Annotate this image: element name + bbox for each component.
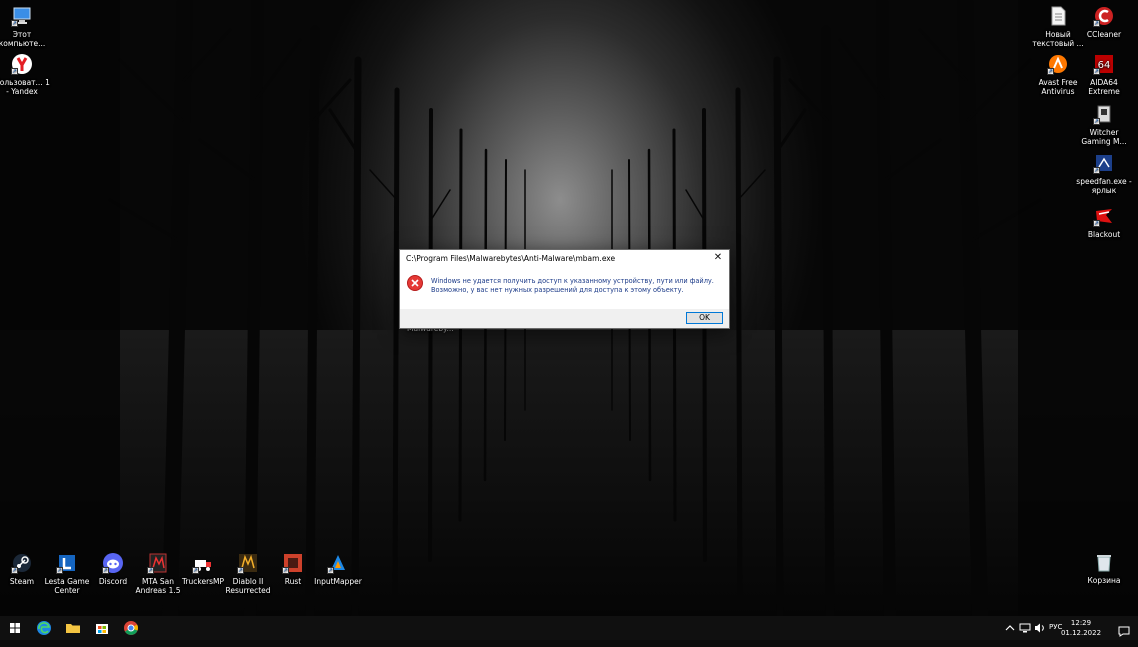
desktop-icon-label: Этот компьюте... bbox=[0, 30, 46, 48]
truckersmp-icon: ↗ bbox=[192, 552, 214, 574]
inputmapper-icon: ↗ bbox=[327, 552, 349, 574]
chrome-icon bbox=[124, 621, 138, 635]
folder-icon bbox=[66, 624, 80, 633]
network-icon[interactable] bbox=[1018, 622, 1032, 646]
notification-icon[interactable] bbox=[1118, 622, 1130, 637]
desktop-icon-label: InputMapper bbox=[314, 577, 362, 586]
dialog-message: Windows не удается получить доступ к ука… bbox=[431, 277, 721, 295]
desktop-icon-aida64[interactable]: 64 ↗ AIDA64 Extreme bbox=[1076, 53, 1132, 96]
close-icon[interactable]: ✕ bbox=[711, 252, 725, 264]
desktop-icon-recycle-bin[interactable]: Корзина bbox=[1076, 551, 1132, 585]
ok-button[interactable]: OK bbox=[686, 312, 723, 324]
dialog-title: C:\Program Files\Malwarebytes\Anti-Malwa… bbox=[406, 254, 616, 263]
witcher-icon: ↗ bbox=[1093, 103, 1115, 125]
volume-icon[interactable] bbox=[1033, 622, 1047, 646]
desktop-icon-label: speedfan.exe - ярлык bbox=[1076, 177, 1132, 195]
desktop-icon-label: AIDA64 Extreme bbox=[1088, 78, 1120, 96]
start-button[interactable] bbox=[2, 616, 28, 640]
discord-icon: ↗ bbox=[102, 552, 124, 574]
avast-icon: ↗ bbox=[1047, 53, 1069, 75]
desktop-icon-this-pc[interactable]: ↗ Этот компьюте... bbox=[0, 5, 50, 48]
taskbar-chrome[interactable] bbox=[118, 616, 144, 640]
store-icon bbox=[96, 624, 108, 634]
ccleaner-icon: ↗ bbox=[1093, 5, 1115, 27]
edge-icon bbox=[37, 621, 51, 635]
text-file-icon bbox=[1047, 5, 1069, 27]
desktop-icon-yandex-user[interactable]: ↗ Пользоват... 1 - Yandex bbox=[0, 53, 50, 96]
desktop-icon-label: Blackout bbox=[1087, 230, 1121, 239]
aida64-icon: 64 ↗ bbox=[1093, 53, 1115, 75]
desktop-icon-speedfan[interactable]: ↗ speedfan.exe - ярлык bbox=[1076, 152, 1132, 195]
desktop-icon-label: CCleaner bbox=[1086, 30, 1122, 39]
taskbar-store[interactable] bbox=[89, 616, 115, 640]
desktop-icon-ccleaner[interactable]: ↗ CCleaner bbox=[1076, 5, 1132, 39]
taskbar-edge[interactable] bbox=[31, 616, 57, 640]
steam-icon: ↗ bbox=[11, 552, 33, 574]
dialog-footer: OK bbox=[400, 309, 729, 328]
windows-icon bbox=[10, 623, 20, 633]
lesta-icon: ↗ bbox=[56, 552, 78, 574]
recycle-bin-icon bbox=[1093, 551, 1115, 573]
yandex-icon: ↗ bbox=[11, 53, 33, 75]
clock[interactable]: 12:29 01.12.2022 bbox=[1060, 618, 1102, 638]
error-dialog: C:\Program Files\Malwarebytes\Anti-Malwa… bbox=[399, 249, 730, 329]
mta-icon: ↗ bbox=[147, 552, 169, 574]
blackout-icon: ↗ bbox=[1093, 205, 1115, 227]
error-icon bbox=[407, 275, 423, 291]
computer-icon: ↗ bbox=[11, 5, 33, 27]
clock-date: 01.12.2022 bbox=[1060, 629, 1102, 637]
speedfan-icon: ↗ bbox=[1093, 152, 1115, 174]
taskbar: РУС 12:29 01.12.2022 bbox=[0, 616, 1138, 640]
desktop-icon-label: Пользоват... 1 - Yandex bbox=[0, 78, 50, 96]
taskbar-file-explorer[interactable] bbox=[60, 616, 86, 640]
desktop-icon-witcher[interactable]: ↗ Witcher Gaming M... bbox=[1076, 103, 1132, 146]
desktop-icon-inputmapper[interactable]: ↗ InputMapper bbox=[310, 552, 366, 586]
rust-icon: ↗ bbox=[282, 552, 304, 574]
diablo-icon: ↗ bbox=[237, 552, 259, 574]
clock-time: 12:29 bbox=[1070, 619, 1092, 627]
chevron-up-icon[interactable] bbox=[1003, 622, 1017, 646]
desktop-icon-blackout[interactable]: ↗ Blackout bbox=[1076, 205, 1132, 239]
desktop-icon-label: Корзина bbox=[1087, 576, 1121, 585]
desktop-icon-label: Witcher Gaming M... bbox=[1081, 128, 1127, 146]
dialog-message-line: Возможно, у вас нет нужных разрешений дл… bbox=[431, 286, 684, 294]
dialog-message-line: Windows не удается получить доступ к ука… bbox=[431, 277, 714, 285]
